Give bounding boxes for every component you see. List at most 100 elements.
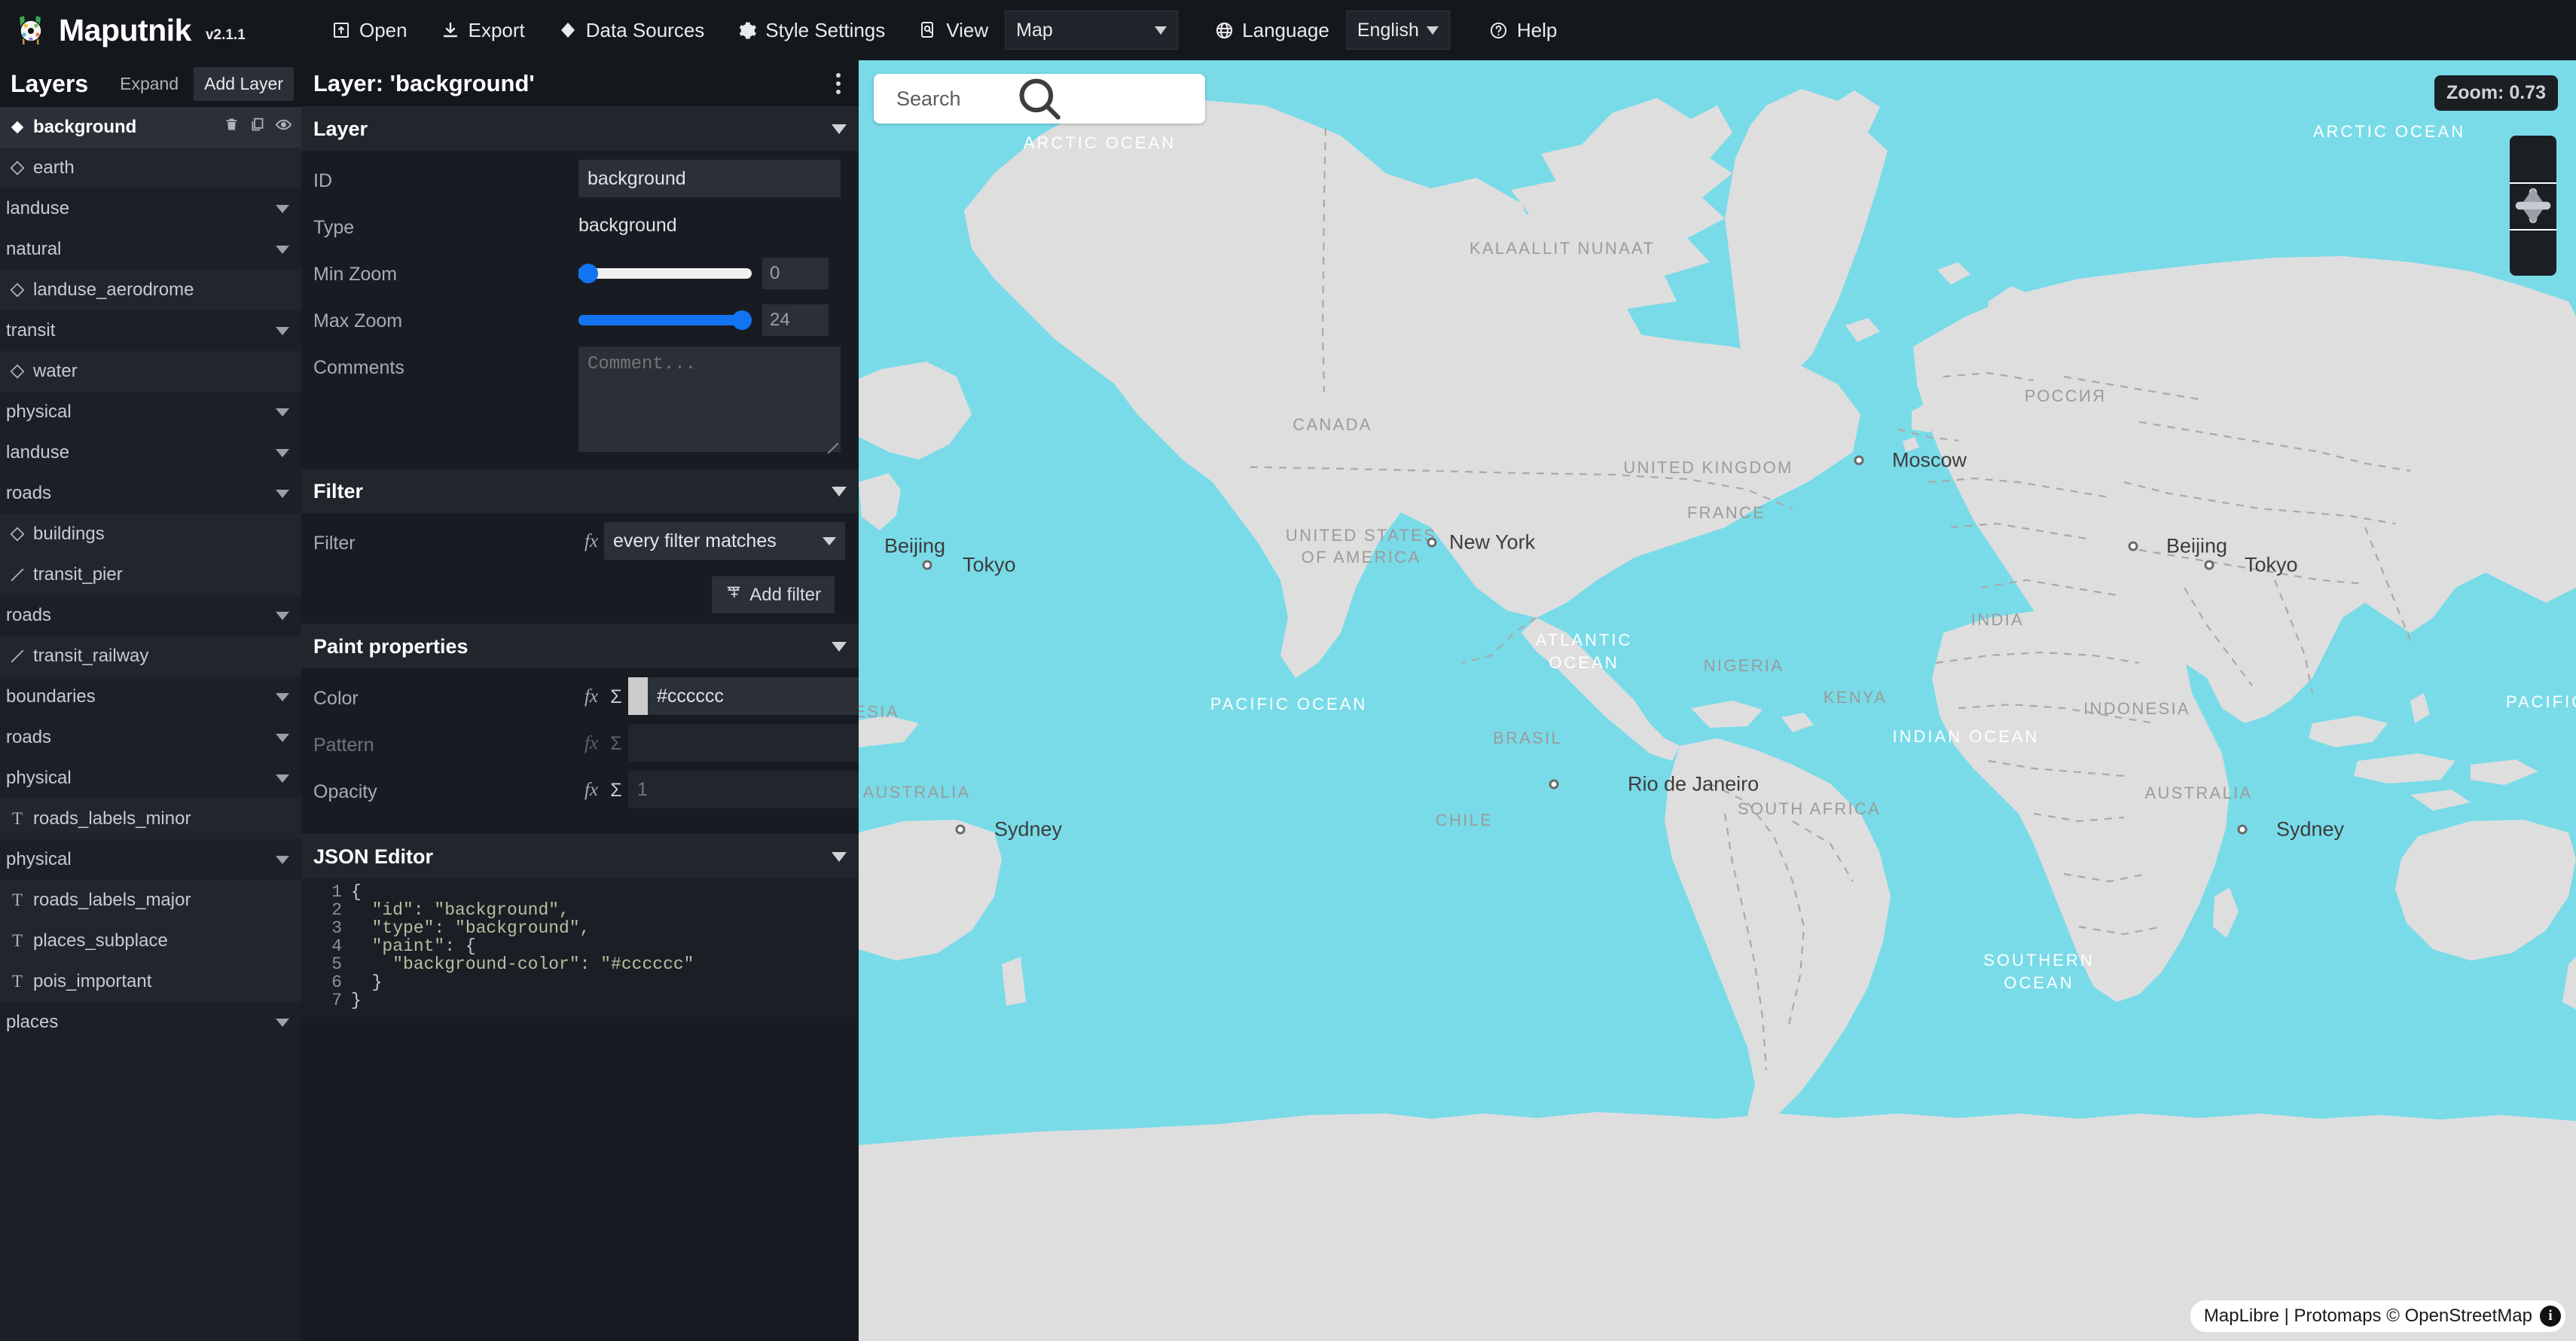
add-layer-button[interactable]: Add Layer: [194, 67, 294, 101]
chevron-down-icon[interactable]: [276, 774, 289, 783]
chevron-down-icon[interactable]: [276, 408, 289, 417]
opacity-input[interactable]: 1: [628, 771, 859, 808]
view-mode-select[interactable]: Map: [1005, 11, 1178, 50]
map-canvas[interactable]: ARCTIC OCEANARCTIC OCEANKALAALLIT NUNAAT…: [859, 60, 2576, 1341]
layer-group-roads[interactable]: roads: [0, 473, 301, 514]
chevron-down-icon[interactable]: [276, 856, 289, 864]
section-layer[interactable]: Layer: [301, 107, 859, 151]
filter-mode-select[interactable]: every filter matches: [604, 522, 845, 560]
layer-item-transit_railway[interactable]: transit_railway: [0, 636, 301, 677]
layer-item-water[interactable]: water: [0, 351, 301, 392]
section-json-label: JSON Editor: [313, 845, 433, 869]
layer-item-pois_important[interactable]: Tpois_important: [0, 961, 301, 1002]
color-swatch[interactable]: [628, 677, 648, 715]
language-select[interactable]: English: [1346, 11, 1450, 50]
toggle-visibility-icon[interactable]: [275, 116, 292, 139]
pattern-input[interactable]: [628, 724, 859, 762]
json-line-numbers: 1234567: [301, 883, 351, 1010]
color-expression-icon[interactable]: fx: [578, 677, 604, 707]
layer-item-buildings[interactable]: buildings: [0, 514, 301, 554]
min-zoom-value[interactable]: 0: [762, 258, 829, 289]
layer-item-roads_labels_major[interactable]: Troads_labels_major: [0, 880, 301, 921]
layer-group-transit[interactable]: transit: [0, 310, 301, 351]
section-paint-label: Paint properties: [313, 635, 469, 658]
layer-group-roads[interactable]: roads: [0, 717, 301, 758]
layer-rows: backgroundearthlandusenaturallanduse_aer…: [0, 107, 301, 1341]
layer-group-physical[interactable]: physical: [0, 839, 301, 880]
attribution-text[interactable]: MapLibre | Protomaps © OpenStreetMap: [2204, 1306, 2532, 1327]
field-pattern: Pattern fx Σ: [313, 724, 847, 771]
style-settings-button[interactable]: Style Settings: [721, 11, 902, 50]
toolbar-menu: Open Export Data Sources: [315, 11, 1573, 50]
section-filter-body: Filter fx every filter matches: [301, 513, 859, 621]
layer-group-physical[interactable]: physical: [0, 392, 301, 432]
layer-group-natural[interactable]: natural: [0, 229, 301, 270]
chevron-down-icon[interactable]: [276, 449, 289, 457]
field-filter: Filter fx every filter matches: [313, 522, 847, 569]
view-label: View: [946, 19, 988, 42]
layer-id-input[interactable]: background: [578, 160, 841, 197]
expand-button[interactable]: Expand: [112, 69, 186, 99]
chevron-down-icon[interactable]: [276, 734, 289, 742]
data-sources-button[interactable]: Data Sources: [542, 11, 722, 50]
layer-item-background[interactable]: background: [0, 107, 301, 148]
layer-group-boundaries[interactable]: boundaries: [0, 677, 301, 717]
layer-item-roads_labels_minor[interactable]: Troads_labels_minor: [0, 799, 301, 839]
section-filter[interactable]: Filter: [301, 469, 859, 513]
chevron-down-icon[interactable]: [276, 205, 289, 213]
filter-expression-icon[interactable]: fx: [578, 522, 604, 552]
style-settings-label: Style Settings: [765, 19, 885, 42]
layer-label: natural: [6, 239, 276, 260]
json-editor[interactable]: 1234567 { "id": "background", "type": "b…: [301, 878, 859, 1017]
layer-label: roads_labels_major: [33, 890, 292, 911]
chevron-down-icon[interactable]: [276, 612, 289, 620]
pattern-zoom-function-icon[interactable]: Σ: [604, 724, 628, 755]
max-zoom-slider[interactable]: [578, 307, 752, 334]
field-color-label: Color: [313, 677, 578, 710]
section-json-editor[interactable]: JSON Editor: [301, 835, 859, 878]
help-button[interactable]: Help: [1473, 11, 1573, 50]
compass-button[interactable]: [2510, 229, 2556, 276]
layer-item-earth[interactable]: earth: [0, 148, 301, 188]
chevron-down-icon[interactable]: [276, 1019, 289, 1027]
section-paint-properties[interactable]: Paint properties: [301, 625, 859, 668]
filter-mode-value: every filter matches: [613, 530, 777, 552]
comments-textarea[interactable]: [578, 347, 841, 452]
line-icon: [6, 648, 29, 664]
opacity-zoom-function-icon[interactable]: Σ: [604, 771, 628, 802]
duplicate-layer-icon[interactable]: [249, 117, 265, 138]
info-icon[interactable]: i: [2540, 1306, 2561, 1327]
min-zoom-slider[interactable]: [578, 260, 752, 287]
json-code[interactable]: { "id": "background", "type": "backgroun…: [351, 883, 859, 1010]
color-input[interactable]: #cccccc: [648, 677, 859, 715]
layer-group-landuse[interactable]: landuse: [0, 432, 301, 473]
layer-item-transit_pier[interactable]: transit_pier: [0, 554, 301, 595]
layer-item-places_subplace[interactable]: Tplaces_subplace: [0, 921, 301, 961]
chevron-down-icon[interactable]: [276, 490, 289, 498]
add-filter-button[interactable]: Add filter: [712, 576, 835, 613]
view-button[interactable]: View: [902, 11, 1005, 50]
export-button[interactable]: Export: [424, 11, 542, 50]
resize-grip-icon[interactable]: [828, 443, 838, 454]
layer-item-landuse_aerodrome[interactable]: landuse_aerodrome: [0, 270, 301, 310]
section-layer-body: ID background Type background Min Zoom: [301, 151, 859, 469]
layer-group-roads[interactable]: roads: [0, 595, 301, 636]
layer-group-physical[interactable]: physical: [0, 758, 301, 799]
delete-layer-icon[interactable]: [224, 117, 240, 138]
map-search-box[interactable]: Search: [874, 74, 1205, 124]
language-button[interactable]: Language: [1198, 11, 1346, 50]
max-zoom-value[interactable]: 24: [762, 304, 829, 336]
color-zoom-function-icon[interactable]: Σ: [604, 677, 628, 708]
layer-group-landuse[interactable]: landuse: [0, 188, 301, 229]
more-options-icon[interactable]: [830, 67, 847, 100]
app-toolbar: Maputnik v2.1.1 Open Expor: [0, 0, 2576, 60]
chevron-down-icon[interactable]: [276, 246, 289, 254]
layer-group-places[interactable]: places: [0, 1002, 301, 1043]
chevron-down-icon[interactable]: [276, 693, 289, 701]
pattern-expression-icon[interactable]: fx: [578, 724, 604, 754]
layer-properties-panel: Layer: 'background' Layer ID background …: [301, 60, 859, 1341]
inspect-icon: [918, 20, 938, 40]
open-button[interactable]: Open: [315, 11, 424, 50]
chevron-down-icon[interactable]: [276, 327, 289, 335]
opacity-expression-icon[interactable]: fx: [578, 771, 604, 801]
